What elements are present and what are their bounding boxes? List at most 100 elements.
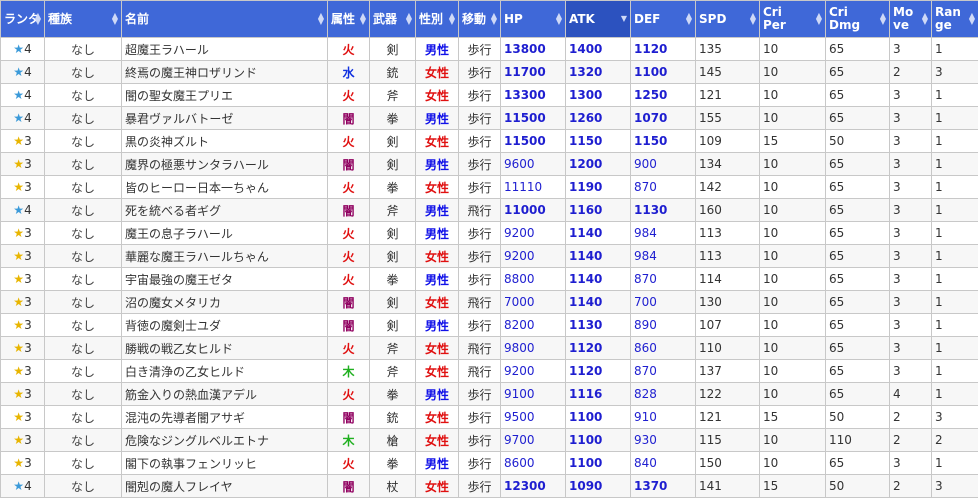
- column-header-gender[interactable]: 性別 ▲ ▼: [415, 0, 459, 38]
- name-cell: 閣下の執事フェンリッヒ: [121, 451, 328, 475]
- hp-cell: 8600: [500, 451, 566, 475]
- column-header-label: Per: [763, 18, 786, 32]
- table-row[interactable]: ★3 なし 閣下の執事フェンリッヒ火拳男性 歩行 8600 1100 840 150 10 65 3…: [0, 451, 978, 475]
- move-type-cell: 歩行: [458, 405, 501, 429]
- sort-icon: ▲ ▼: [685, 11, 692, 26]
- cri-per-cell: 10: [759, 244, 826, 268]
- race-cell: なし: [44, 382, 122, 406]
- table-row[interactable]: ★3 なし 背徳の魔剣士ユダ闇剣男性 歩行 8200 1130 890 107 10 65 3 1: [0, 313, 978, 337]
- weapon-cell: 銃: [369, 60, 416, 84]
- rank-cell: ★3: [0, 382, 45, 406]
- spd-cell: 121: [695, 405, 760, 429]
- move-type-cell: 飛行: [458, 198, 501, 222]
- column-header-atk[interactable]: ATK ▼: [565, 0, 631, 38]
- range-cell: 1: [931, 106, 978, 130]
- column-header-label: DEF: [634, 11, 661, 26]
- table-row[interactable]: ★4 なし 闇の聖女魔王プリエ火斧女性 歩行 13300 1300 1250 121 10 65 3…: [0, 83, 978, 107]
- table-row[interactable]: ★4 なし 闇剋の魔人フレイヤ闇杖女性 歩行 12300 1090 1370 141 15 50 2…: [0, 474, 978, 498]
- cri-dmg-cell: 65: [825, 198, 890, 222]
- range-cell: 3: [931, 405, 978, 429]
- rank-value: 3: [24, 157, 32, 171]
- table-row[interactable]: ★3 なし 黒の炎神ズルト火剣女性 歩行 11500 1150 1150 109 15 50 3 1: [0, 129, 978, 153]
- rank-cell: ★4: [0, 37, 45, 61]
- name-cell: 危険なジングルベルエトナ: [121, 428, 328, 452]
- star-icon: ★: [13, 295, 25, 309]
- table-row[interactable]: ★3 なし 筋金入りの熱血漢アデル火拳男性 歩行 9100 1116 828 122 10 65 4…: [0, 382, 978, 406]
- column-header-cri-dmg[interactable]: Cri Dmg ▲ ▼: [825, 0, 890, 38]
- table-row[interactable]: ★3 なし 混沌の先導者闇アサギ闇銃女性 歩行 9500 1100 910 121 15 50 2 3: [0, 405, 978, 429]
- column-header-spd[interactable]: SPD ▲ ▼: [695, 0, 760, 38]
- sort-desc-icon: ▼: [620, 14, 627, 23]
- race-cell: なし: [44, 175, 122, 199]
- rank-value: 3: [24, 295, 32, 309]
- column-header-name[interactable]: 名前 ▲ ▼: [121, 0, 328, 38]
- rank-cell: ★3: [0, 221, 45, 245]
- column-header-weapon[interactable]: 武器 ▲ ▼: [369, 0, 416, 38]
- move-type-cell: 歩行: [458, 428, 501, 452]
- rank-cell: ★3: [0, 152, 45, 176]
- move-range-cell: 2: [889, 428, 932, 452]
- atk-cell: 1116: [565, 382, 631, 406]
- table-row[interactable]: ★3 なし 沼の魔女メタリカ闇剣女性 飛行 7000 1140 700 130 10 65 3 1: [0, 290, 978, 314]
- atk-cell: 1160: [565, 198, 631, 222]
- hp-cell: 9800: [500, 336, 566, 360]
- race-cell: なし: [44, 313, 122, 337]
- table-row[interactable]: ★4 なし 超魔王ラハール火剣男性 歩行 13800 1400 1120 135 10 65 3 1: [0, 37, 978, 61]
- rank-cell: ★4: [0, 198, 45, 222]
- hp-cell: 9200: [500, 244, 566, 268]
- gender-cell: 男性: [415, 198, 459, 222]
- column-header-race[interactable]: 種族 ▲ ▼: [44, 0, 122, 38]
- star-icon: ★: [13, 410, 25, 424]
- column-header-range[interactable]: Ran ge ▲ ▼: [931, 0, 978, 38]
- table-row[interactable]: ★3 なし 宇宙最強の魔王ゼタ火拳男性 歩行 8800 1140 870 114 10 65 3 1: [0, 267, 978, 291]
- table-row[interactable]: ★3 なし 勝戦の戦乙女ヒルド火斧女性 飛行 9800 1120 860 110 10 65 3 1: [0, 336, 978, 360]
- def-cell: 1370: [630, 474, 696, 498]
- def-cell: 930: [630, 428, 696, 452]
- column-header-hp[interactable]: HP ▲ ▼: [500, 0, 566, 38]
- atk-cell: 1320: [565, 60, 631, 84]
- table-row[interactable]: ★3 なし 皆のヒーロー日本一ちゃん火拳女性 歩行 11110 1190 870 142 10 6…: [0, 175, 978, 199]
- column-header-rank[interactable]: ランタ ▲ ▼: [0, 0, 45, 38]
- column-header-cri-per[interactable]: Cri Per ▲ ▼: [759, 0, 826, 38]
- column-header-attr[interactable]: 属性 ▲ ▼: [327, 0, 370, 38]
- attribute-cell: 火: [327, 336, 370, 360]
- move-range-cell: 2: [889, 405, 932, 429]
- move-range-cell: 3: [889, 267, 932, 291]
- column-header-label: 種族: [48, 11, 73, 26]
- spd-cell: 113: [695, 221, 760, 245]
- spd-cell: 142: [695, 175, 760, 199]
- rank-value: 3: [24, 272, 32, 286]
- move-range-cell: 2: [889, 474, 932, 498]
- table-row[interactable]: ★3 なし 魔界の極悪サンタラハール闇剣男性 歩行 9600 1200 900 134 10 65…: [0, 152, 978, 176]
- sort-icon: ▲ ▼: [555, 11, 562, 26]
- name-cell: 黒の炎神ズルト: [121, 129, 328, 153]
- star-icon: ★: [13, 226, 25, 240]
- cri-dmg-cell: 65: [825, 60, 890, 84]
- sort-icon: ▲ ▼: [490, 11, 497, 26]
- table-row[interactable]: ★3 なし 危険なジングルベルエトナ木槍女性 歩行 9700 1100 930 115 10 11…: [0, 428, 978, 452]
- move-type-cell: 歩行: [458, 244, 501, 268]
- table-row[interactable]: ★4 なし 終焉の魔王神ロザリンド水銃女性 歩行 11700 1320 1100 145 10 6…: [0, 60, 978, 84]
- hp-cell: 9200: [500, 359, 566, 383]
- table-row[interactable]: ★3 なし 白き清浄の乙女ヒルド木斧女性 飛行 9200 1120 870 137 10 65 3 1: [0, 359, 978, 383]
- table-row[interactable]: ★3 なし 華麗な魔王ラハールちゃん火剣女性 歩行 9200 1140 984 113 10 65…: [0, 244, 978, 268]
- column-header-move[interactable]: 移動 ▲ ▼: [458, 0, 501, 38]
- cri-per-cell: 10: [759, 221, 826, 245]
- table-row[interactable]: ★3 なし 魔王の息子ラハール火剣男性 歩行 9200 1140 984 113 10 65 3 1: [0, 221, 978, 245]
- sort-icon: ▲ ▼: [405, 11, 412, 26]
- sort-icon: ▲ ▼: [815, 11, 822, 26]
- table-row[interactable]: ★4 なし 死を統べる者ギグ闇斧男性 飛行 11000 1160 1130 160 10 65 3 1: [0, 198, 978, 222]
- cri-dmg-cell: 65: [825, 313, 890, 337]
- table-row[interactable]: ★4 なし 暴君ヴァルバトーゼ闇拳男性 歩行 11500 1260 1070 155 10 65 3…: [0, 106, 978, 130]
- range-cell: 3: [931, 60, 978, 84]
- rank-cell: ★4: [0, 83, 45, 107]
- spd-cell: 155: [695, 106, 760, 130]
- sort-icon: ▲ ▼: [921, 11, 928, 26]
- move-range-cell: 3: [889, 221, 932, 245]
- spd-cell: 135: [695, 37, 760, 61]
- column-header-def[interactable]: DEF ▲ ▼: [630, 0, 696, 38]
- spd-cell: 114: [695, 267, 760, 291]
- column-header-move-range[interactable]: Mo ve ▲ ▼: [889, 0, 932, 38]
- cri-dmg-cell: 65: [825, 451, 890, 475]
- move-type-cell: 歩行: [458, 451, 501, 475]
